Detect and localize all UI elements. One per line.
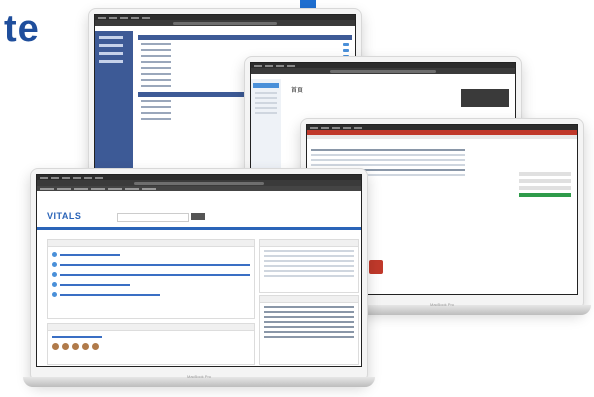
panel-title <box>260 240 358 247</box>
discussion-panel <box>47 323 255 365</box>
panel-title <box>48 240 254 247</box>
home-sidebar <box>251 79 281 170</box>
search-input[interactable] <box>117 213 189 222</box>
laptop-vitals-portal: VITALS MacBook Pro <box>23 168 375 387</box>
page-title: 首頁 <box>291 88 304 94</box>
search-button[interactable] <box>191 213 205 220</box>
panel-header <box>138 35 352 40</box>
headline-text: te <box>4 8 40 50</box>
links-panel <box>259 295 359 365</box>
laptop-screen: VITALS <box>36 174 362 367</box>
device-brand: MacBook Pro <box>186 374 211 379</box>
browser-url-bar[interactable] <box>95 20 355 26</box>
panel-title <box>48 324 254 331</box>
announcement-panel <box>47 239 255 319</box>
panel-title <box>260 296 358 303</box>
calendar-panel <box>259 239 359 293</box>
dark-card <box>461 89 509 107</box>
nav-bar <box>307 135 577 139</box>
right-action-panel <box>519 169 571 200</box>
admin-sidebar <box>95 31 133 174</box>
pdf-file-icon[interactable] <box>369 260 383 274</box>
header-divider <box>37 227 361 230</box>
sidebar-selected-item[interactable] <box>253 83 279 88</box>
bookmarks-bar <box>37 186 361 191</box>
browser-url-bar[interactable] <box>251 68 515 74</box>
avatar-row <box>52 343 250 350</box>
vitals-logo: VITALS <box>47 211 82 221</box>
